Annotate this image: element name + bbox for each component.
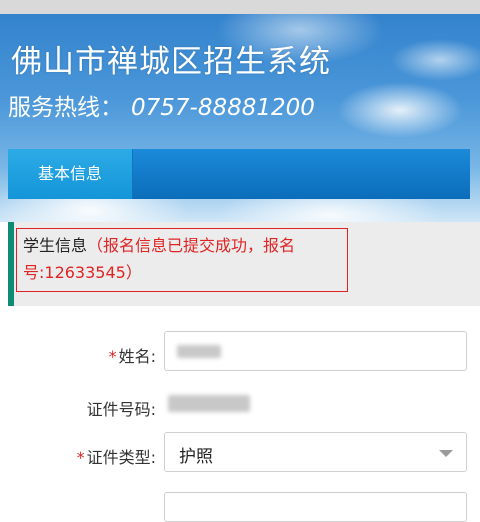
chevron-down-icon [439, 450, 453, 457]
tab-basic-info[interactable]: 基本信息 [8, 149, 133, 199]
id-type-label: 证件类型: [86, 448, 156, 467]
required-mark: * [76, 448, 85, 467]
page-title: 佛山市禅城区招生系统 [11, 44, 331, 80]
id-type-selected: 护照 [179, 447, 213, 467]
id-number-label: 证件号码: [86, 400, 156, 419]
required-mark: * [108, 347, 117, 366]
id-type-select[interactable]: 护照 [164, 432, 467, 472]
name-label: 姓名: [118, 347, 156, 366]
nav-bar: 基本信息 [8, 149, 470, 199]
redacted-id-number [168, 395, 250, 412]
id-number-label-wrap: 证件号码: [87, 396, 156, 420]
hotline-label: 服务热线： [8, 95, 123, 121]
notice-accent [8, 222, 14, 306]
next-field-input[interactable] [164, 492, 467, 522]
redacted-name [177, 345, 221, 358]
id-type-label-wrap: * 证件类型: [77, 444, 156, 468]
name-input[interactable] [164, 331, 467, 371]
top-status-strip [0, 0, 480, 14]
submission-notice: 学生信息（报名信息已提交成功，报名号:12633545） [16, 228, 348, 292]
service-hotline: 服务热线： 0757-88881200 [8, 88, 315, 122]
hotline-number: 0757-88881200 [131, 95, 315, 121]
notice-label: 学生信息 [23, 236, 88, 255]
name-label-wrap: * 姓名: [109, 343, 156, 367]
